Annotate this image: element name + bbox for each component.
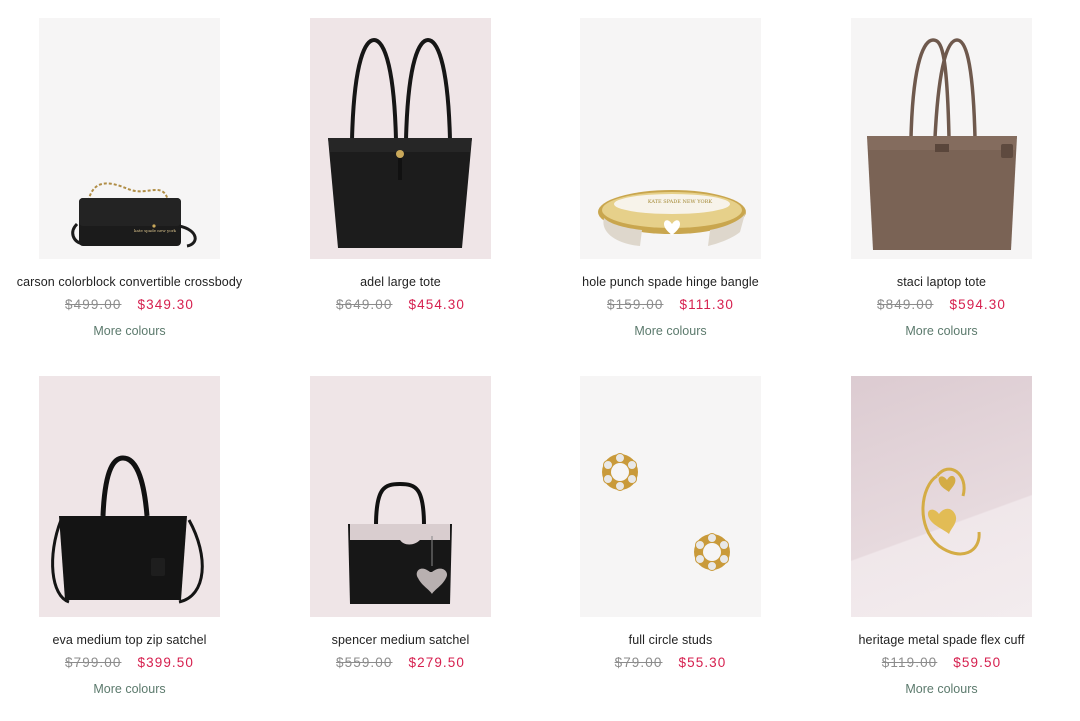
sale-price: $349.30 [137,297,194,312]
product-name[interactable]: hole punch spade hinge bangle [535,273,806,291]
studs-image [602,453,730,571]
product-image[interactable] [310,18,491,259]
product-image[interactable] [851,376,1032,617]
product-card[interactable]: spencer medium satchel $559.00 $279.50 [265,376,536,698]
product-name[interactable]: full circle studs [535,631,806,649]
product-image[interactable]: kate spade new york [39,18,220,259]
satchel-image [51,455,204,604]
sale-price: $55.30 [678,655,727,670]
product-name[interactable]: eva medium top zip satchel [0,631,265,649]
original-price: $559.00 [336,655,393,670]
product-image[interactable]: KATE SPADE NEW YORK [580,18,761,259]
product-card[interactable]: adel large tote $649.00 $454.30 [265,18,536,340]
more-colours-link[interactable]: More colours [0,322,265,340]
laptop-tote-image [867,38,1017,250]
original-price: $79.00 [614,655,663,670]
product-card[interactable]: staci laptop tote $849.00 $594.30 More co… [806,18,1077,340]
product-card[interactable]: eva medium top zip satchel $799.00 $399.5… [0,376,265,698]
product-card[interactable]: full circle studs $79.00 $55.30 [535,376,806,698]
product-name[interactable]: heritage metal spade flex cuff [806,631,1077,649]
original-price: $119.00 [881,655,938,670]
product-image[interactable] [580,376,761,617]
product-price: $559.00 $279.50 [265,654,536,672]
product-price: $499.00 $349.30 [0,296,265,314]
product-image[interactable] [310,376,491,617]
more-colours-link[interactable]: More colours [806,680,1077,698]
product-price: $119.00 $59.50 [806,654,1077,672]
more-colours-link[interactable] [265,322,536,340]
product-name[interactable]: adel large tote [265,273,536,291]
product-card[interactable]: KATE SPADE NEW YORK hole punch spade hin… [535,18,806,340]
product-price: $849.00 $594.30 [806,296,1077,314]
product-price: $649.00 $454.30 [265,296,536,314]
tote-bag-image [328,37,472,248]
bag-logo: kate spade new york [134,228,176,233]
more-colours-link[interactable] [265,680,536,698]
sale-price: $454.30 [408,297,465,312]
crossbody-bag-image: kate spade new york [71,182,197,248]
more-colours-link[interactable] [535,680,806,698]
original-price: $159.00 [607,297,664,312]
product-name[interactable]: spencer medium satchel [265,631,536,649]
product-price: $799.00 $399.50 [0,654,265,672]
original-price: $799.00 [65,655,122,670]
product-card[interactable]: kate spade new york carson colorblock co… [0,18,265,340]
sale-price: $59.50 [953,655,1002,670]
sale-price: $279.50 [408,655,465,670]
product-name[interactable]: carson colorblock convertible crossbody [0,273,265,291]
bangle-image: KATE SPADE NEW YORK [598,190,746,246]
bangle-engraving: KATE SPADE NEW YORK [648,199,713,205]
sale-price: $399.50 [137,655,194,670]
satchel-image [348,481,452,604]
cuff-image [921,467,981,556]
original-price: $649.00 [336,297,393,312]
product-card[interactable]: heritage metal spade flex cuff $119.00 $5… [806,376,1077,698]
product-image[interactable] [39,376,220,617]
more-colours-link[interactable]: More colours [535,322,806,340]
more-colours-link[interactable]: More colours [0,680,265,698]
sale-price: $111.30 [679,297,734,312]
product-price: $79.00 $55.30 [535,654,806,672]
product-price: $159.00 $111.30 [535,296,806,314]
original-price: $849.00 [877,297,934,312]
product-name[interactable]: staci laptop tote [806,273,1077,291]
sale-price: $594.30 [949,297,1006,312]
original-price: $499.00 [65,297,122,312]
product-grid: kate spade new york carson colorblock co… [0,0,1080,721]
product-image[interactable] [851,18,1032,259]
more-colours-link[interactable]: More colours [806,322,1077,340]
